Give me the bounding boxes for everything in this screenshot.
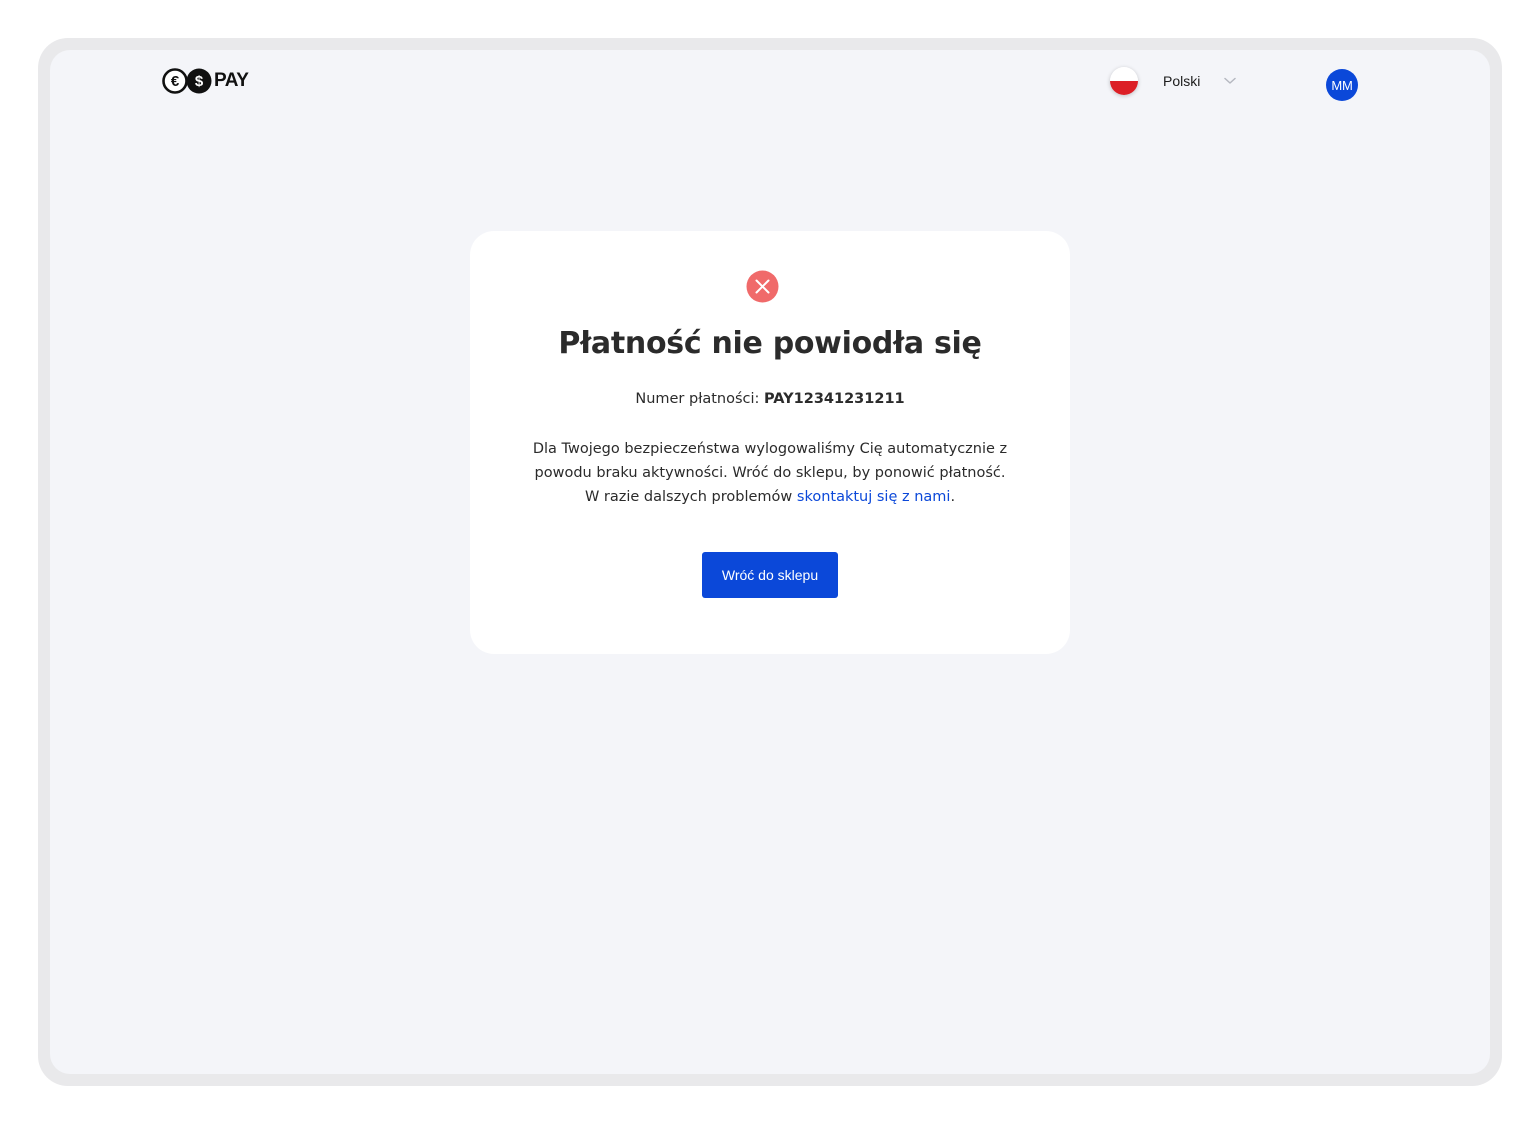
euro-coin-icon: € — [162, 68, 188, 94]
svg-text:$: $ — [195, 73, 204, 90]
logo[interactable]: € $ PAY — [162, 66, 249, 96]
page-title: Płatność nie powiodła się — [558, 326, 982, 361]
user-avatar[interactable]: MM — [1326, 69, 1358, 101]
message-line-1: Dla Twojego bezpieczeństwa wylogowaliśmy… — [532, 441, 1008, 457]
svg-text:€: € — [171, 73, 180, 90]
message-line-3-suffix: . — [950, 489, 956, 505]
device-frame: € $ PAY Polski MM Płatność nie powiodła … — [38, 38, 1502, 1086]
payment-number-label: Numer płatności: — [635, 391, 760, 407]
poland-flag-icon — [1110, 67, 1138, 95]
contact-link[interactable]: skontaktuj się z nami — [797, 489, 951, 505]
message-line-2: powodu braku aktywności. Wróć do sklepu,… — [534, 465, 1006, 481]
language-selector[interactable]: Polski — [1110, 66, 1237, 96]
logo-text: PAY — [214, 70, 249, 91]
payment-number-value: PAY12341231211 — [764, 391, 905, 407]
error-x-icon — [746, 270, 779, 303]
back-to-shop-button[interactable]: Wróć do sklepu — [702, 552, 838, 598]
payment-number: Numer płatności: PAY12341231211 — [470, 391, 1070, 407]
message-line-3: W razie dalszych problemów skontaktuj si… — [518, 485, 1022, 509]
payment-failed-card: Płatność nie powiodła się Numer płatnośc… — [470, 231, 1070, 654]
dollar-coin-icon: $ — [186, 68, 212, 94]
message-line-3-prefix: W razie dalszych problemów — [584, 489, 793, 505]
language-label: Polski — [1163, 73, 1201, 89]
app-screen: € $ PAY Polski MM Płatność nie powiodła … — [50, 50, 1490, 1074]
chevron-down-icon — [1224, 77, 1237, 84]
failure-message: Dla Twojego bezpieczeństwa wylogowaliśmy… — [518, 437, 1022, 509]
